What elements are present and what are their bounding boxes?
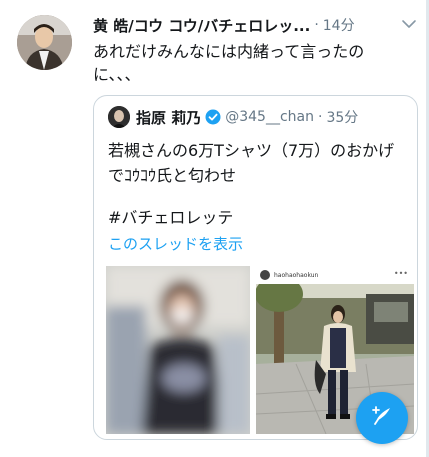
header-separator: ·: [314, 17, 319, 33]
author-avatar[interactable]: [17, 15, 72, 70]
quoted-header-separator: ·: [317, 109, 323, 125]
quoted-tweet-card[interactable]: 指原 莉乃 @345__chan · 35分 若槻さんの6万Tシャツ（7万）のお…: [93, 95, 418, 440]
more-dots-icon: •••: [393, 269, 408, 278]
author-name[interactable]: 黄 皓/コウ コウ/バチェロレッ...: [93, 15, 310, 36]
attached-photo-left[interactable]: [106, 266, 250, 434]
embedded-avatar: [260, 270, 270, 280]
quoted-timestamp: 35分: [326, 110, 359, 126]
compose-tweet-button[interactable]: [356, 392, 408, 444]
chevron-down-icon[interactable]: [400, 16, 418, 30]
compose-tweet-icon: [369, 403, 395, 433]
blurred-person-image: [106, 266, 250, 434]
embedded-post-header: haohaohaokun •••: [256, 266, 414, 284]
tweet-text: あれだけみんなには内緒って言ったのに、、、: [93, 42, 365, 84]
tweet-header: 黄 皓/コウ コウ/バチェロレッ... · 14分: [93, 14, 418, 36]
quoted-tweet-text: 若槻さんの6万Tシャツ（7万）のおかげでｺｳｺｳ氏と匂わせ: [108, 141, 395, 185]
tweet-timestamp[interactable]: 14分: [323, 15, 355, 35]
author-avatar-image: [17, 15, 72, 70]
quoted-author-avatar: [108, 106, 130, 128]
show-thread-link[interactable]: このスレッドを表示: [108, 233, 243, 254]
embedded-username: haohaohaokun: [274, 271, 319, 279]
quoted-author-name: 指原 莉乃: [136, 108, 202, 127]
hashtag-link[interactable]: #バチェロレッテ: [108, 204, 233, 228]
quoted-author-handle: @345__chan: [225, 109, 314, 125]
verified-badge-icon: [205, 109, 221, 125]
quoted-tweet-header: 指原 莉乃 @345__chan · 35分: [108, 106, 358, 128]
